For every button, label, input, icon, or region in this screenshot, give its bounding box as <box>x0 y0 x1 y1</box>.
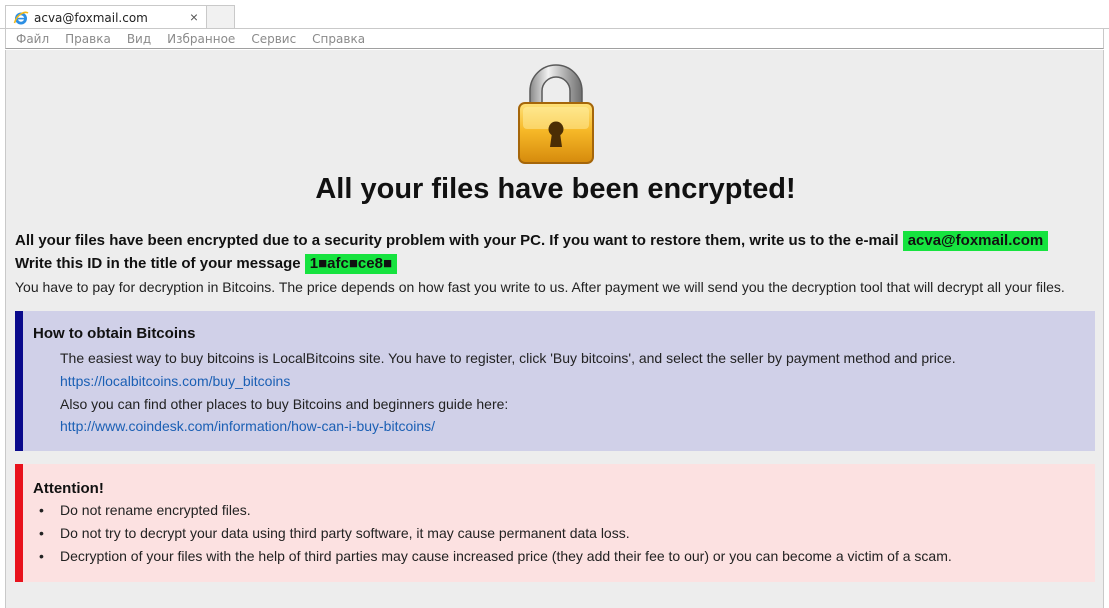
menu-bar: Файл Правка Вид Избранное Сервис Справка <box>5 29 1104 49</box>
bullet-icon: • <box>39 502 44 518</box>
localbitcoins-link[interactable]: https://localbitcoins.com/buy_bitcoins <box>60 373 290 389</box>
internet-explorer-icon <box>13 11 29 24</box>
id-instruction-text: Write this ID in the title of your messa… <box>15 255 301 272</box>
contact-line: All your files have been encrypted due t… <box>15 231 1049 251</box>
tab-strip: acva@foxmail.com × <box>0 0 1109 29</box>
contact-text: All your files have been encrypted due t… <box>15 232 899 249</box>
tab-title: acva@foxmail.com <box>34 10 148 25</box>
attention-box: Attention! • Do not rename encrypted file… <box>15 464 1095 582</box>
bullet-icon: • <box>39 548 44 564</box>
id-line: Write this ID in the title of your messa… <box>15 254 398 274</box>
bitcoins-box-title: How to obtain Bitcoins <box>33 325 196 342</box>
attention-list: • Do not rename encrypted files. • Do not … <box>39 502 952 571</box>
page-viewport: All your files have been encrypted! All … <box>5 50 1104 608</box>
bitcoins-info-box: How to obtain Bitcoins The easiest way t… <box>15 311 1095 451</box>
menu-help[interactable]: Справка <box>312 32 365 46</box>
close-tab-icon[interactable]: × <box>186 9 202 26</box>
menu-view[interactable]: Вид <box>127 32 151 46</box>
bitcoins-box-text-1: The easiest way to buy bitcoins is Local… <box>60 350 956 366</box>
page-title: All your files have been encrypted! <box>315 173 796 205</box>
browser-tab[interactable]: acva@foxmail.com × <box>5 5 207 29</box>
list-item-text: Do not rename encrypted files. <box>60 502 251 518</box>
bullet-icon: • <box>39 525 44 541</box>
bitcoins-box-text-2: Also you can find other places to buy Bi… <box>60 396 509 412</box>
menu-edit[interactable]: Правка <box>65 32 111 46</box>
coindesk-link[interactable]: http://www.coindesk.com/information/how-… <box>60 418 435 434</box>
email-highlight: acva@foxmail.com <box>902 231 1049 251</box>
list-item: • Decryption of your files with the help … <box>39 548 952 571</box>
new-tab-button[interactable] <box>207 5 235 28</box>
attention-box-title: Attention! <box>33 480 104 497</box>
list-item: • Do not rename encrypted files. <box>39 502 952 525</box>
menu-tools[interactable]: Сервис <box>251 32 296 46</box>
list-item: • Do not try to decrypt your data using t… <box>39 525 952 548</box>
padlock-icon <box>518 64 594 164</box>
menu-file[interactable]: Файл <box>16 32 49 46</box>
list-item-text: Do not try to decrypt your data using th… <box>60 525 630 541</box>
list-item-text: Decryption of your files with the help o… <box>60 548 952 564</box>
victim-id-highlight: 1■afc■ce8■ <box>304 254 398 274</box>
menu-favorites[interactable]: Избранное <box>167 32 235 46</box>
payment-note: You have to pay for decryption in Bitcoi… <box>15 279 1065 295</box>
